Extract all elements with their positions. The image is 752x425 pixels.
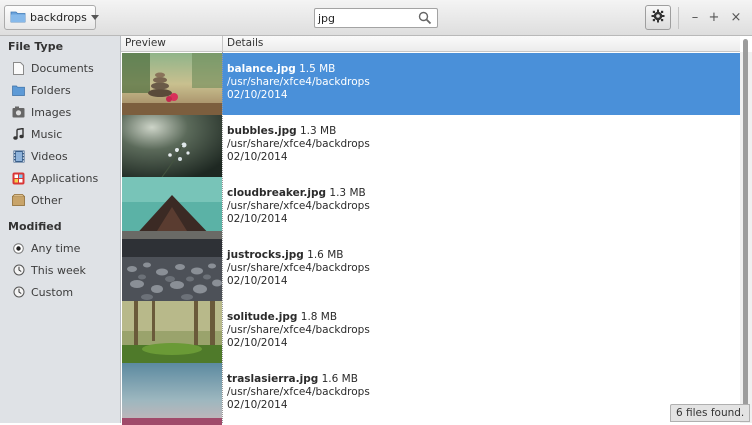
filetype-applications[interactable]: Applications xyxy=(12,169,98,187)
file-name: justrocks.jpg xyxy=(227,249,304,261)
thumbnail-solitude xyxy=(122,301,222,363)
gear-icon xyxy=(651,9,665,26)
folder-icon xyxy=(12,84,25,97)
result-details: cloudbreaker.jpg 1.3 MB /usr/share/xfce4… xyxy=(227,187,370,226)
file-name: bubbles.jpg xyxy=(227,125,297,137)
file-name: traslasierra.jpg xyxy=(227,373,319,385)
result-details: justrocks.jpg 1.6 MB /usr/share/xfce4/ba… xyxy=(227,249,370,288)
modified-label: This week xyxy=(31,263,86,277)
folder-icon xyxy=(10,10,26,26)
search-icon[interactable] xyxy=(418,11,432,28)
filetype-label: Applications xyxy=(31,171,99,185)
radio-selected-icon xyxy=(12,242,25,255)
minimize-icon: – xyxy=(691,9,699,25)
file-path: /usr/share/xfce4/backdrops xyxy=(227,262,370,274)
chevron-down-icon xyxy=(90,15,99,20)
result-row[interactable]: cloudbreaker.jpg 1.3 MB /usr/share/xfce4… xyxy=(122,177,740,239)
result-row[interactable]: justrocks.jpg 1.6 MB /usr/share/xfce4/ba… xyxy=(122,239,740,301)
file-size: 1.8 MB xyxy=(300,311,338,323)
folder-chooser-button[interactable]: backdrops xyxy=(4,5,99,30)
file-size: 1.6 MB xyxy=(321,373,358,385)
filetype-label: Folders xyxy=(31,83,71,97)
maximize-button[interactable]: + xyxy=(705,8,723,26)
result-details: solitude.jpg 1.8 MB /usr/share/xfce4/bac… xyxy=(227,311,370,350)
file-date: 02/10/2014 xyxy=(227,399,288,411)
result-row[interactable]: bubbles.jpg 1.3 MB /usr/share/xfce4/back… xyxy=(122,115,740,177)
column-header-preview[interactable]: Preview xyxy=(121,36,223,52)
modified-label: Any time xyxy=(31,241,81,255)
modified-heading: Modified xyxy=(8,220,62,233)
applications-icon xyxy=(12,172,25,185)
thumbnail-justrocks xyxy=(122,239,222,301)
file-path: /usr/share/xfce4/backdrops xyxy=(227,76,370,88)
filetype-label: Videos xyxy=(31,149,68,163)
modified-any-time[interactable]: Any time xyxy=(12,239,80,257)
catfish-window: backdrops jpg – + × File Type Documents … xyxy=(0,0,752,425)
folder-chooser-label: backdrops xyxy=(30,11,87,24)
other-icon xyxy=(12,194,25,207)
thumbnail-traslasierra xyxy=(122,363,222,425)
file-name: cloudbreaker.jpg xyxy=(227,187,327,199)
header-separator xyxy=(678,7,679,29)
file-path: /usr/share/xfce4/backdrops xyxy=(227,200,370,212)
column-header-details[interactable]: Details xyxy=(223,36,740,52)
close-icon: × xyxy=(730,9,742,25)
sidebar: File Type Documents Folders Images Music… xyxy=(0,36,121,423)
header-bar: backdrops jpg – + × xyxy=(0,0,752,36)
search-input[interactable]: jpg xyxy=(314,8,438,28)
modified-label: Custom xyxy=(31,285,74,299)
file-date: 02/10/2014 xyxy=(227,337,288,349)
file-size: 1.3 MB xyxy=(299,125,337,137)
search-input-value: jpg xyxy=(318,11,336,25)
file-date: 02/10/2014 xyxy=(227,275,288,287)
filetype-label: Music xyxy=(31,127,63,141)
file-date: 02/10/2014 xyxy=(227,151,288,163)
result-row[interactable]: traslasierra.jpg 1.6 MB /usr/share/xfce4… xyxy=(122,363,740,425)
filetype-label: Images xyxy=(31,105,72,119)
clock-icon xyxy=(12,286,25,299)
clock-icon xyxy=(12,264,25,277)
file-name: balance.jpg xyxy=(227,63,296,75)
filetype-label: Documents xyxy=(31,61,94,75)
result-row[interactable]: balance.jpg 1.5 MB /usr/share/xfce4/back… xyxy=(122,53,740,115)
filetype-videos[interactable]: Videos xyxy=(12,147,68,165)
settings-button[interactable] xyxy=(645,5,671,30)
thumbnail-balance xyxy=(122,53,222,115)
filetype-documents[interactable]: Documents xyxy=(12,59,94,77)
result-details: bubbles.jpg 1.3 MB /usr/share/xfce4/back… xyxy=(227,125,370,164)
filetype-other[interactable]: Other xyxy=(12,191,62,209)
close-button[interactable]: × xyxy=(727,8,745,26)
file-path: /usr/share/xfce4/backdrops xyxy=(227,324,370,336)
result-details: traslasierra.jpg 1.6 MB /usr/share/xfce4… xyxy=(227,373,370,412)
document-icon xyxy=(12,61,25,75)
file-date: 02/10/2014 xyxy=(227,89,288,101)
result-details: balance.jpg 1.5 MB /usr/share/xfce4/back… xyxy=(227,63,370,102)
music-note-icon xyxy=(12,127,25,141)
film-icon xyxy=(12,150,25,163)
file-type-heading: File Type xyxy=(8,40,64,53)
maximize-icon: + xyxy=(708,9,720,25)
filetype-folders[interactable]: Folders xyxy=(12,81,71,99)
modified-this-week[interactable]: This week xyxy=(12,261,86,279)
file-path: /usr/share/xfce4/backdrops xyxy=(227,386,370,398)
minimize-button[interactable]: – xyxy=(686,8,704,26)
image-icon xyxy=(12,106,25,119)
filetype-music[interactable]: Music xyxy=(12,125,62,143)
modified-custom[interactable]: Custom xyxy=(12,283,73,301)
thumbnail-cloudbreaker xyxy=(122,177,222,239)
filetype-images[interactable]: Images xyxy=(12,103,71,121)
file-name: solitude.jpg xyxy=(227,311,298,323)
file-date: 02/10/2014 xyxy=(227,213,288,225)
scrollbar-thumb[interactable] xyxy=(743,39,748,421)
file-size: 1.3 MB xyxy=(329,187,366,199)
file-path: /usr/share/xfce4/backdrops xyxy=(227,138,370,150)
filetype-label: Other xyxy=(31,193,63,207)
status-label: 6 files found. xyxy=(670,404,751,422)
file-size: 1.5 MB xyxy=(299,63,336,75)
column-divider[interactable] xyxy=(222,52,223,423)
thumbnail-bubbles xyxy=(122,115,222,177)
file-size: 1.6 MB xyxy=(307,249,344,261)
result-row[interactable]: solitude.jpg 1.8 MB /usr/share/xfce4/bac… xyxy=(122,301,740,363)
